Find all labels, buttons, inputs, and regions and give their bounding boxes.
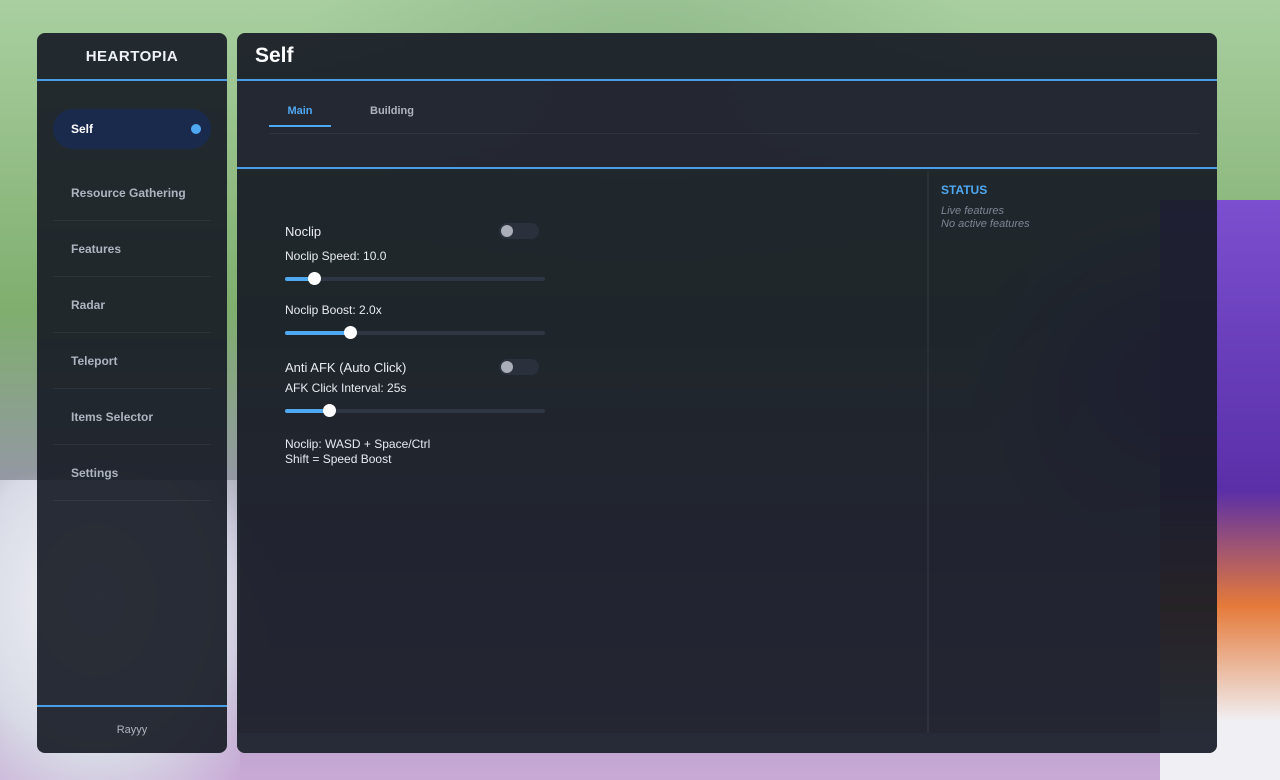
controls-hint: Noclip: WASD + Space/Ctrl Shift = Speed … bbox=[285, 437, 545, 467]
sidebar-footer-username: Rayyy bbox=[37, 705, 227, 753]
bottom-strip bbox=[237, 733, 1217, 753]
status-title: STATUS bbox=[941, 183, 988, 197]
anti-afk-label: Anti AFK (Auto Click) bbox=[285, 359, 407, 375]
content-area: Noclip Noclip Speed: 10.0 Noclip Boost: … bbox=[237, 171, 1217, 733]
slider-fill bbox=[285, 331, 350, 335]
sidebar-item-settings[interactable]: Settings bbox=[53, 445, 211, 501]
sidebar-item-teleport[interactable]: Teleport bbox=[53, 333, 211, 389]
toggle-knob bbox=[501, 361, 513, 373]
noclip-speed-label: Noclip Speed: 10.0 bbox=[285, 249, 387, 263]
sidebar-nav: Self Resource Gathering Features Radar T… bbox=[37, 81, 227, 501]
sidebar-item-label: Teleport bbox=[71, 353, 118, 368]
sidebar-item-features[interactable]: Features bbox=[53, 221, 211, 277]
sidebar-item-label: Resource Gathering bbox=[71, 185, 186, 200]
noclip-label: Noclip bbox=[285, 223, 322, 239]
sidebar-item-label: Radar bbox=[71, 297, 106, 312]
tab-main[interactable]: Main bbox=[269, 103, 331, 127]
sidebar: HEARTOPIA Self Resource Gathering Featur… bbox=[37, 33, 227, 753]
page-title: Self bbox=[237, 33, 1217, 81]
hint-line: Shift = Speed Boost bbox=[285, 452, 392, 466]
noclip-speed-slider[interactable] bbox=[285, 272, 545, 285]
noclip-boost-slider[interactable] bbox=[285, 326, 545, 339]
sidebar-item-resource-gathering[interactable]: Resource Gathering bbox=[53, 165, 211, 221]
tab-divider bbox=[269, 133, 1199, 134]
hint-line: Noclip: WASD + Space/Ctrl bbox=[285, 437, 431, 451]
status-subtitle: Live features bbox=[941, 205, 1004, 217]
brand-title: HEARTOPIA bbox=[37, 33, 227, 81]
status-panel: STATUS Live features No active features bbox=[927, 171, 1217, 733]
sidebar-item-label: Items Selector bbox=[71, 409, 154, 424]
noclip-toggle[interactable] bbox=[499, 223, 539, 239]
active-indicator-dot bbox=[191, 124, 201, 134]
noclip-row: Noclip bbox=[285, 221, 545, 241]
sidebar-item-label: Features bbox=[71, 241, 122, 256]
anti-afk-toggle[interactable] bbox=[499, 359, 539, 375]
status-empty-message: No active features bbox=[941, 218, 1030, 230]
toggle-knob bbox=[501, 225, 513, 237]
sidebar-item-label: Self bbox=[71, 122, 94, 136]
sidebar-item-items-selector[interactable]: Items Selector bbox=[53, 389, 211, 445]
afk-interval-label: AFK Click Interval: 25s bbox=[285, 381, 407, 395]
main-panel: Self Main Building Noclip Noclip Speed: … bbox=[237, 33, 1217, 753]
sidebar-item-radar[interactable]: Radar bbox=[53, 277, 211, 333]
slider-thumb[interactable] bbox=[344, 326, 357, 339]
tab-building[interactable]: Building bbox=[361, 103, 423, 127]
slider-thumb[interactable] bbox=[323, 404, 337, 417]
afk-interval-slider[interactable] bbox=[285, 404, 545, 417]
tab-bar: Main Building bbox=[237, 81, 1217, 169]
noclip-boost-label: Noclip Boost: 2.0x bbox=[285, 303, 382, 317]
sidebar-item-label: Settings bbox=[71, 465, 119, 480]
sidebar-item-self[interactable]: Self bbox=[53, 109, 211, 149]
slider-thumb[interactable] bbox=[307, 272, 321, 285]
anti-afk-row: Anti AFK (Auto Click) bbox=[285, 357, 545, 377]
controls-column: Noclip Noclip Speed: 10.0 Noclip Boost: … bbox=[285, 221, 545, 467]
